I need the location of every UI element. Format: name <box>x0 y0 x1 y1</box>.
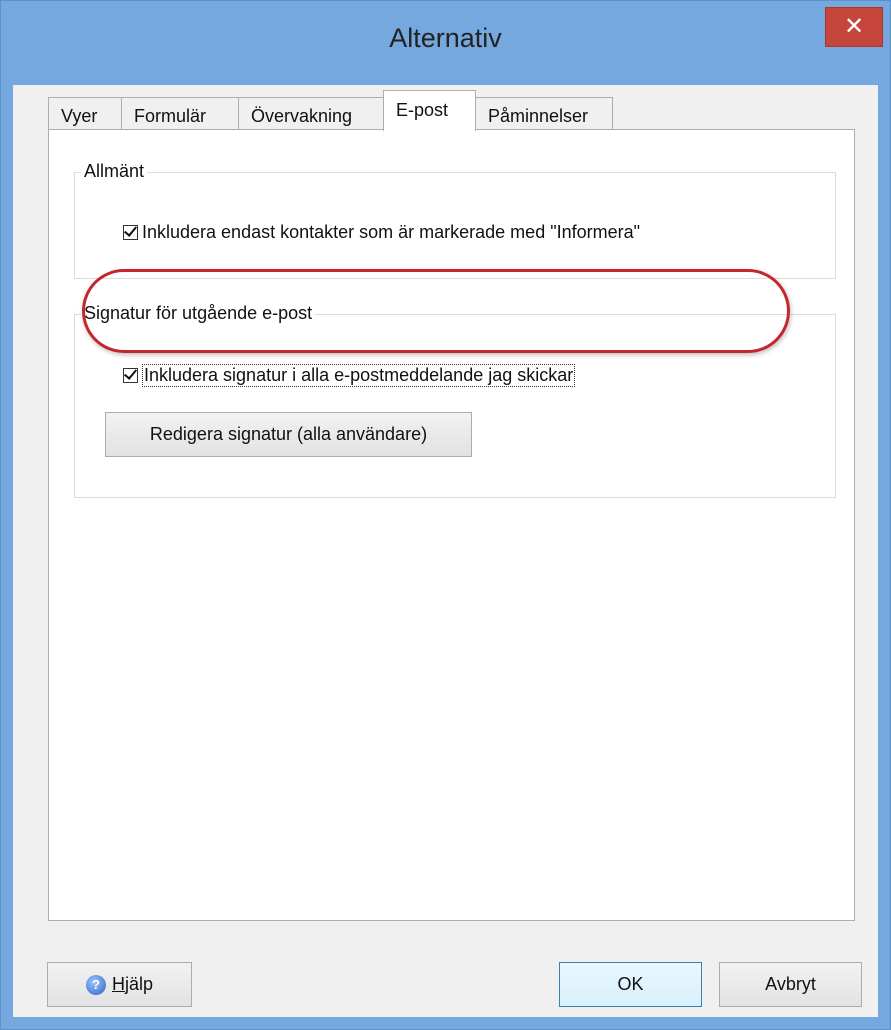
cancel-button[interactable]: Avbryt <box>719 962 862 1007</box>
checkmark-icon <box>123 366 138 380</box>
checkmark-icon <box>123 223 138 237</box>
options-window: Alternativ ✕ Vyer Formulär Övervakning E… <box>0 0 891 1030</box>
tab-e-post[interactable]: E-post <box>383 90 476 131</box>
e-post-panel: Allmänt Inkludera endast kontakter som ä… <box>48 129 855 921</box>
signature-group-title: Signatur för utgående e-post <box>81 303 316 324</box>
cancel-label: Avbryt <box>765 974 816 994</box>
close-button[interactable]: ✕ <box>825 7 883 47</box>
checkbox-box[interactable] <box>123 223 138 240</box>
tab-vyer[interactable]: Vyer <box>48 97 122 129</box>
checkbox-box[interactable] <box>123 366 138 383</box>
window-title: Alternativ <box>389 23 502 53</box>
only-informed-contacts-label: Inkludera endast kontakter som är marker… <box>142 222 641 242</box>
help-button[interactable]: ? Hjälp <box>47 962 192 1007</box>
include-signature-checkbox[interactable]: Inkludera signatur i alla e-postmeddelan… <box>123 364 576 387</box>
dialog-client: Vyer Formulär Övervakning E-post Påminne… <box>13 85 878 1017</box>
help-label-rest: jälp <box>124 974 154 994</box>
help-mnemonic: H <box>111 974 125 994</box>
title-bar[interactable]: Alternativ ✕ <box>1 1 890 85</box>
only-informed-contacts-checkbox[interactable]: Inkludera endast kontakter som är marker… <box>123 222 640 243</box>
general-group-title: Allmänt <box>81 161 148 182</box>
edit-signature-label: Redigera signatur (alla användare) <box>149 424 428 444</box>
close-icon: ✕ <box>843 13 865 40</box>
include-signature-label: Inkludera signatur i alla e-postmeddelan… <box>142 364 576 387</box>
tab-overvakning[interactable]: Övervakning <box>238 97 384 129</box>
tab-formular[interactable]: Formulär <box>121 97 239 129</box>
ok-label: OK <box>617 974 644 994</box>
signature-group: Signatur för utgående e-post <box>74 303 836 498</box>
edit-signature-button[interactable]: Redigera signatur (alla användare) <box>105 412 472 457</box>
help-icon: ? <box>85 975 106 996</box>
tab-paminnelser[interactable]: Påminnelser <box>475 97 613 129</box>
ok-button[interactable]: OK <box>559 962 702 1007</box>
